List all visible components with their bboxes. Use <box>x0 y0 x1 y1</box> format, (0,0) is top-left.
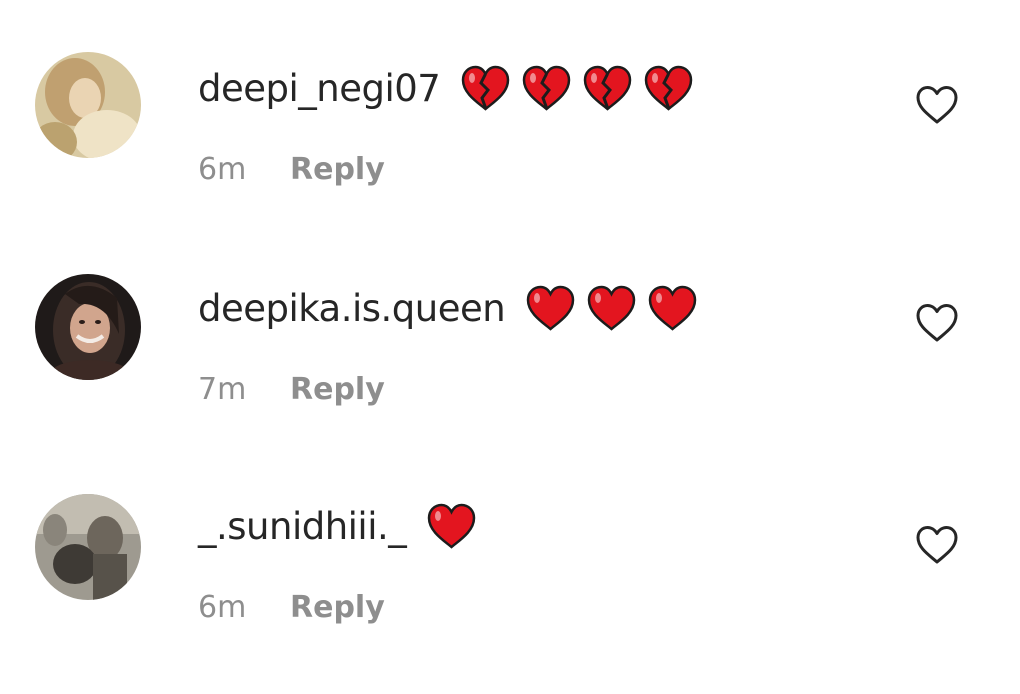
comment-body: _.sunidhiii._ 6m Reply <box>198 496 477 625</box>
comment-body: deepika.is.queen 7m Reply <box>198 278 698 407</box>
red-heart-icon <box>587 285 636 331</box>
comment-item: deepi_negi07 6m Reply <box>0 52 1020 252</box>
comment-username[interactable]: deepika.is.queen <box>198 287 506 330</box>
comment-time: 6m <box>198 152 247 187</box>
broken-heart-icon <box>462 65 510 111</box>
avatar[interactable] <box>35 274 141 380</box>
comment-body: deepi_negi07 6m Reply <box>198 58 694 187</box>
like-heart-icon[interactable] <box>914 84 960 126</box>
comment-time: 6m <box>198 590 247 625</box>
comment-username[interactable]: deepi_negi07 <box>198 67 441 110</box>
reply-button[interactable]: Reply <box>290 590 385 625</box>
avatar[interactable] <box>35 52 141 158</box>
avatar[interactable] <box>35 494 141 600</box>
red-heart-icon <box>428 503 476 549</box>
comment-time: 7m <box>198 372 247 407</box>
emoji-group <box>426 503 477 549</box>
comment-item: deepika.is.queen 7m Reply <box>0 272 1020 472</box>
red-heart-icon <box>526 285 575 331</box>
reply-button[interactable]: Reply <box>290 372 385 407</box>
comment-username[interactable]: _.sunidhiii._ <box>198 505 407 548</box>
broken-heart-icon <box>584 65 632 111</box>
comment-item: _.sunidhiii._ 6m Reply <box>0 494 1020 694</box>
red-heart-icon <box>648 285 697 331</box>
broken-heart-icon <box>523 65 571 111</box>
reply-button[interactable]: Reply <box>290 152 385 187</box>
emoji-group <box>460 65 694 111</box>
like-heart-icon[interactable] <box>914 302 960 344</box>
broken-heart-icon <box>645 65 693 111</box>
like-heart-icon[interactable] <box>914 524 960 566</box>
emoji-group <box>525 285 698 331</box>
